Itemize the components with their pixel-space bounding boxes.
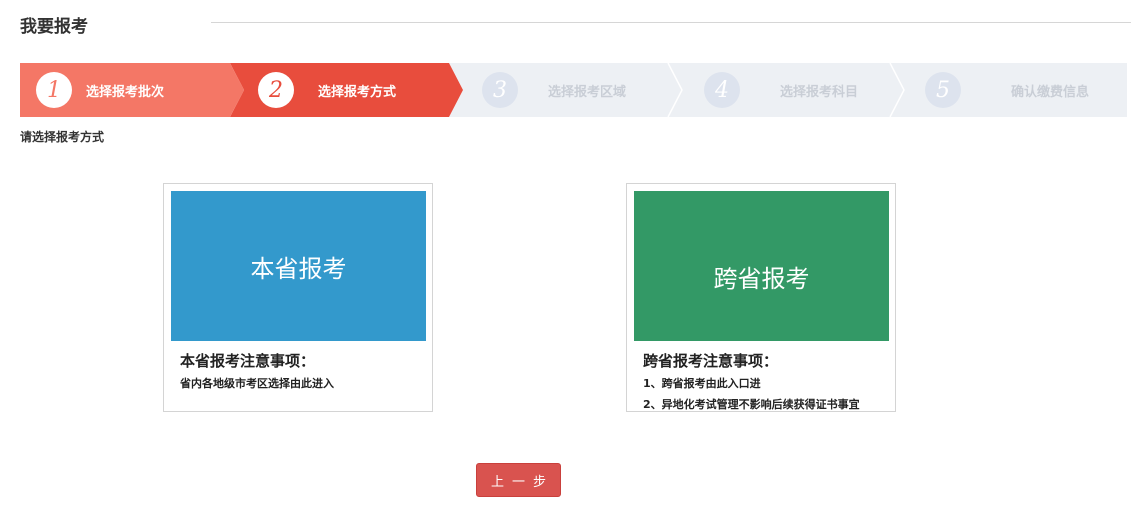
local-exam-title: 本省报考 (250, 254, 347, 283)
page: 我要报考 1 选择报考批次 2 选择报考方式 3 选择报考区域 4 选择报考科目 (0, 0, 1144, 519)
step-2: 2 选择报考方式 (258, 63, 396, 117)
cross-province-note-2: 2、异地化考试管理不影响后续获得证书事宜 (643, 398, 860, 411)
step-5: 5 确认缴费信息 (925, 63, 1089, 117)
step-3-label: 选择报考区域 (548, 84, 627, 100)
step-4-number: 4 (704, 72, 740, 108)
step-4-label: 选择报考科目 (780, 84, 859, 100)
step-5-number: 5 (925, 72, 961, 108)
step-3-number: 3 (482, 72, 518, 108)
step-1-number: 1 (36, 72, 72, 108)
cross-province-notes-title: 跨省报考注意事项： (643, 352, 779, 370)
step-5-label: 确认缴费信息 (1011, 84, 1090, 100)
cross-province-title: 跨省报考 (713, 264, 810, 293)
local-exam-note: 省内各地级市考区选择由此进入 (180, 377, 334, 390)
step-progress-bar: 1 选择报考批次 2 选择报考方式 3 选择报考区域 4 选择报考科目 5 确认… (20, 63, 1127, 117)
step-2-label: 选择报考方式 (318, 84, 397, 100)
local-exam-notes-title: 本省报考注意事项： (180, 352, 316, 370)
step-4: 4 选择报考科目 (704, 63, 858, 117)
step-2-number: 2 (258, 72, 294, 108)
cross-province-option-card[interactable]: 跨省报考 跨省报考注意事项： 1、跨省报考由此入口进 2、异地化考试管理不影响后… (626, 183, 896, 412)
cross-province-banner[interactable]: 跨省报考 (634, 191, 889, 341)
step-3: 3 选择报考区域 (482, 63, 626, 117)
title-divider (211, 22, 1131, 23)
page-title: 我要报考 (20, 17, 88, 37)
previous-step-button[interactable]: 上一步 (476, 463, 561, 497)
cross-province-note-1: 1、跨省报考由此入口进 (643, 377, 761, 390)
section-prompt: 请选择报考方式 (20, 130, 105, 144)
step-1-label: 选择报考批次 (86, 84, 165, 100)
step-1: 1 选择报考批次 (36, 63, 164, 117)
local-exam-banner[interactable]: 本省报考 (171, 191, 426, 341)
local-exam-option-card[interactable]: 本省报考 本省报考注意事项： 省内各地级市考区选择由此进入 (163, 183, 433, 412)
